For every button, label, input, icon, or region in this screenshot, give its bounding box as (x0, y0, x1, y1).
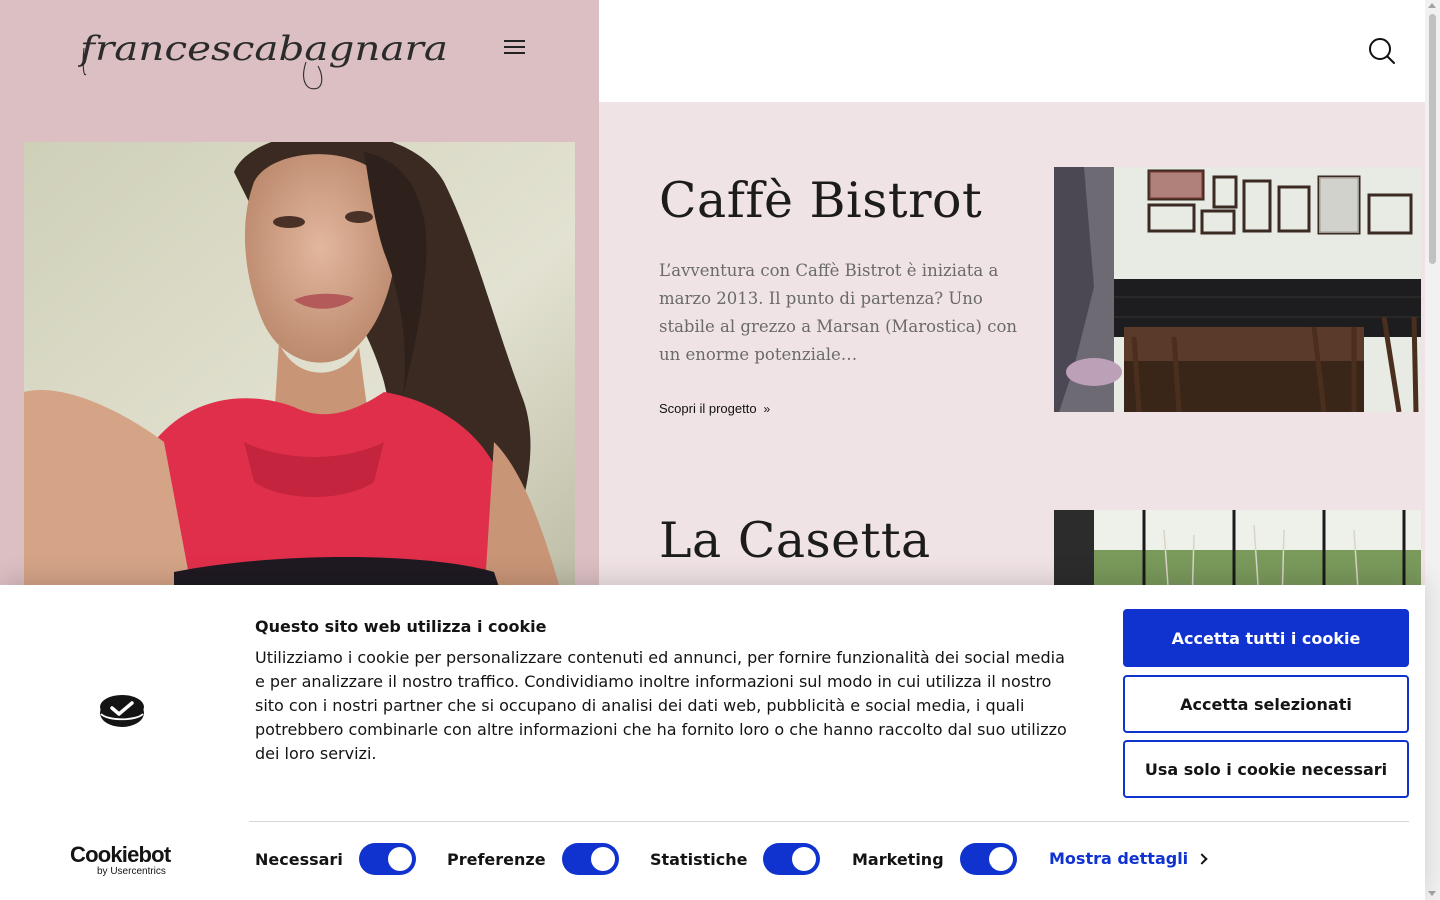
consent-statistics: Statistiche (650, 843, 821, 875)
show-details-label: Mostra dettagli (1049, 849, 1189, 868)
consent-label: Necessari (255, 849, 343, 869)
cookie-banner-divider (249, 821, 1409, 822)
project-link-label: Scopri il progetto (659, 401, 757, 416)
show-details-link[interactable]: Mostra dettagli (1049, 849, 1208, 868)
project-image[interactable] (1054, 167, 1421, 412)
site-logo[interactable]: francescabagnara (78, 18, 458, 98)
consent-necessary: Necessari (255, 843, 416, 875)
scroll-up-arrow-icon[interactable] (1428, 3, 1436, 8)
cookiebot-brand-by: by Usercentrics (97, 866, 166, 877)
cookie-banner-title: Questo sito web utilizza i cookie (255, 617, 547, 636)
project-excerpt: L’avventura con Caffè Bistrot è iniziata… (659, 261, 1018, 364)
statistics-toggle[interactable] (763, 843, 821, 875)
necessary-cookies-only-button[interactable]: Usa solo i cookie necessari (1123, 740, 1409, 798)
cookiebot-brand-name: Cookiebot (70, 842, 171, 867)
project-link[interactable]: Scopri il progetto » (659, 401, 770, 416)
consent-label: Marketing (852, 849, 944, 869)
cookiebot-brand: Cookiebot by Usercentrics (70, 842, 180, 878)
cookiebot-icon (100, 695, 144, 727)
portrait-photo (24, 142, 575, 602)
accept-selected-cookies-button[interactable]: Accetta selezionati (1123, 675, 1409, 733)
cookie-consent-banner: Questo sito web utilizza i cookie Utiliz… (0, 585, 1425, 900)
cookie-banner-text: Utilizziamo i cookie per personalizzare … (255, 648, 1067, 763)
scroll-down-arrow-icon[interactable] (1428, 891, 1436, 896)
marketing-toggle[interactable] (959, 843, 1017, 875)
chevron-right-icon (1196, 852, 1208, 865)
scrollbar-thumb[interactable] (1429, 14, 1436, 264)
consent-label: Preferenze (447, 849, 546, 869)
hamburger-menu-icon[interactable] (500, 36, 528, 60)
consent-preferences: Preferenze (447, 843, 619, 875)
page-scrollbar[interactable] (1425, 0, 1440, 900)
necessary-toggle[interactable] (358, 843, 416, 875)
consent-marketing: Marketing (852, 843, 1017, 875)
double-chevron-right-icon: » (760, 402, 771, 416)
search-icon[interactable] (1367, 36, 1397, 66)
top-bar (599, 0, 1425, 102)
accept-all-cookies-button[interactable]: Accetta tutti i cookie (1123, 609, 1409, 667)
logo-text: francescabagnara (78, 29, 448, 69)
consent-label: Statistiche (650, 849, 748, 869)
page: francescabagnara Caffè Bistrot L’avventu… (0, 0, 1440, 900)
preferences-toggle[interactable] (561, 843, 619, 875)
